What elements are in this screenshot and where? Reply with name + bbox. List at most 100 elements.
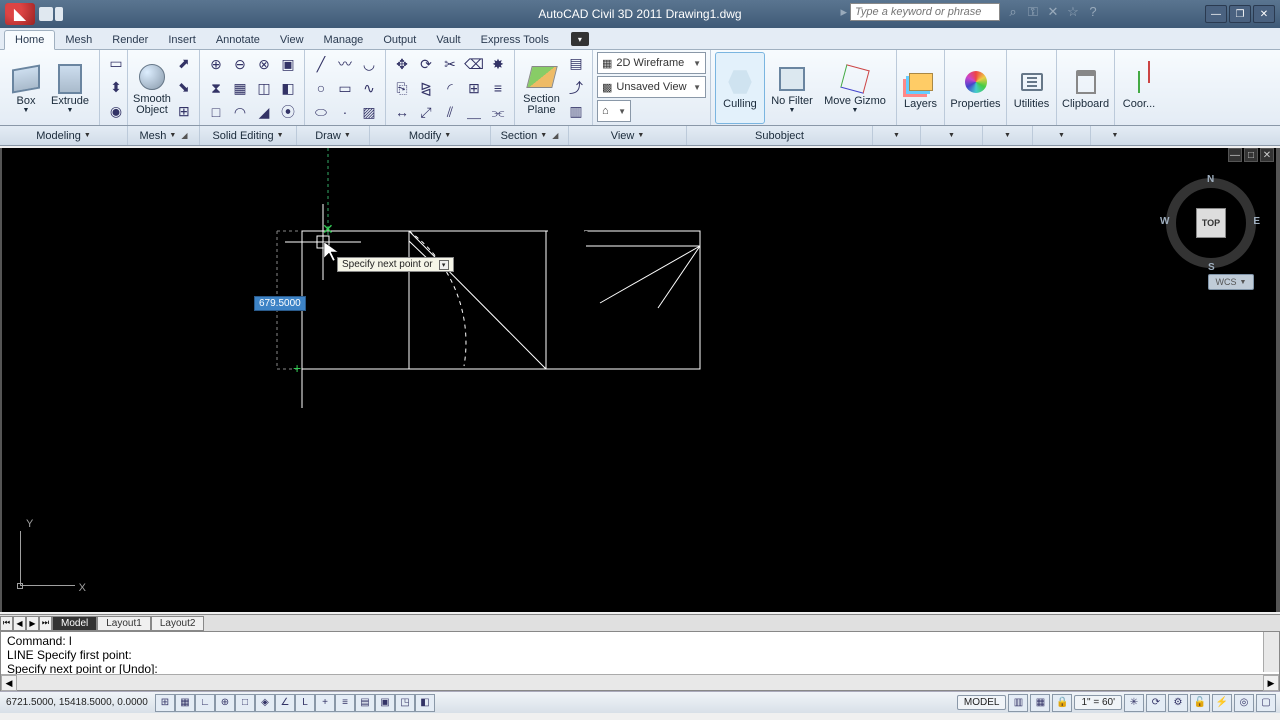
3dosnap-toggle-icon[interactable]: ◈ (255, 694, 275, 712)
intersect-icon[interactable]: ⊗ (252, 52, 276, 76)
presspull-icon[interactable]: ⬍ (104, 76, 128, 100)
join-icon[interactable]: ⫘ (486, 100, 510, 124)
panel-label-mesh[interactable]: Mesh▼◢ (128, 126, 200, 145)
quickview-drawings-icon[interactable]: ▦ (1030, 694, 1050, 712)
tab-view[interactable]: View (270, 31, 314, 49)
exchange-icon[interactable]: ✕ (1046, 5, 1060, 19)
panel-label-utilities[interactable]: ▼ (983, 126, 1033, 145)
qat-button[interactable] (39, 7, 53, 21)
spline-icon[interactable]: ∿ (357, 76, 381, 100)
viewcube-face[interactable]: TOP (1196, 208, 1226, 238)
annoauto-icon[interactable]: ⟳ (1146, 694, 1166, 712)
move-icon[interactable]: ✥ (390, 52, 414, 76)
shell-icon[interactable]: □ (204, 100, 228, 124)
dynamic-dimension-input[interactable]: 679.5000 (254, 296, 306, 311)
annovis-icon[interactable]: ✳ (1124, 694, 1144, 712)
viewcube[interactable]: TOP N E S W (1166, 178, 1256, 268)
union-icon[interactable]: ⊕ (204, 52, 228, 76)
hatch-icon[interactable]: ▨ (357, 100, 381, 124)
tab-mesh[interactable]: Mesh (55, 31, 102, 49)
layout-tab-layout2[interactable]: Layout2 (151, 616, 205, 631)
tab-home[interactable]: Home (4, 30, 55, 50)
layers-button[interactable]: Layers (901, 52, 940, 124)
mirror-icon[interactable]: ⧎ (414, 76, 438, 100)
annotation-scale[interactable]: 1" = 60' (1074, 695, 1122, 710)
qat-dropdown[interactable] (55, 7, 63, 21)
coordinate-readout[interactable]: 6721.5000, 15418.5000, 0.0000 (0, 697, 155, 708)
search-button-icon[interactable]: ⌕ (1006, 5, 1020, 19)
panel-label-modeling[interactable]: Modeling▼ (0, 126, 128, 145)
offset-icon[interactable]: ⫽ (438, 100, 462, 124)
coordinates-button[interactable]: Coor... (1119, 52, 1159, 124)
section-plane-button[interactable]: Section Plane (519, 52, 564, 124)
erase-icon[interactable]: ⌫ (462, 52, 486, 76)
command-vscrollbar[interactable] (1263, 632, 1279, 672)
revolve-icon[interactable]: ◉ (104, 99, 128, 123)
taper-face-icon[interactable]: ◢ (252, 100, 276, 124)
key-icon[interactable]: ⚿ (1026, 5, 1040, 19)
restore-button[interactable]: ❐ (1229, 5, 1251, 23)
imprint-icon[interactable]: ◫ (252, 76, 276, 100)
layout-tab-layout1[interactable]: Layout1 (97, 616, 151, 631)
scroll-left-icon[interactable]: ◀ (1, 675, 17, 691)
offset-edge-icon[interactable]: ◧ (276, 76, 300, 100)
box-button[interactable]: Box ▼ (4, 52, 48, 124)
command-hscrollbar[interactable]: ◀ ▶ (1, 674, 1279, 690)
tab-manage[interactable]: Manage (314, 31, 374, 49)
mesh-more-icon[interactable]: ⬈ (172, 52, 196, 76)
layout-nav-last-icon[interactable]: ⏭ (39, 616, 52, 631)
tpy-toggle-icon[interactable]: ▤ (355, 694, 375, 712)
utilities-button[interactable]: Utilities (1011, 52, 1052, 124)
drawing-area[interactable]: — □ ✕ ✕ + (2, 148, 1276, 612)
dyn-toggle-icon[interactable]: + (315, 694, 335, 712)
extrude-face-icon[interactable]: ▣ (276, 52, 300, 76)
rotate-icon[interactable]: ⟳ (414, 52, 438, 76)
ortho-toggle-icon[interactable]: ∟ (195, 694, 215, 712)
point-icon[interactable]: · (333, 100, 357, 124)
move-gizmo-button[interactable]: Move Gizmo ▼ (819, 52, 891, 124)
tab-vault[interactable]: Vault (426, 31, 470, 49)
qp-toggle-icon[interactable]: ▣ (375, 694, 395, 712)
polyline-icon[interactable]: 〰 (333, 52, 357, 76)
panel-label-section[interactable]: Section▼◢ (491, 126, 569, 145)
clipboard-button[interactable]: Clipboard (1061, 52, 1110, 124)
ducs-toggle-icon[interactable]: L (295, 694, 315, 712)
lwt-toggle-icon[interactable]: ≡ (335, 694, 355, 712)
layout-nav-prev-icon[interactable]: ◀ (13, 616, 26, 631)
snap-toggle-icon[interactable]: ⊞ (155, 694, 175, 712)
rect-icon[interactable]: ▭ (333, 76, 357, 100)
wcs-dropdown[interactable]: WCS▼ (1208, 274, 1254, 290)
ellipse-icon[interactable]: ⬭ (309, 100, 333, 124)
copy-icon[interactable]: ⎘ (390, 76, 414, 100)
am-toggle-icon[interactable]: ◧ (415, 694, 435, 712)
mesh-less-icon[interactable]: ⬊ (172, 76, 196, 100)
minimize-button[interactable]: — (1205, 5, 1227, 23)
model-paper-toggle[interactable]: MODEL (957, 695, 1007, 710)
app-menu-icon[interactable]: ◣ (5, 3, 35, 25)
scroll-right-icon[interactable]: ▶ (1263, 675, 1279, 691)
otrack-toggle-icon[interactable]: ∠ (275, 694, 295, 712)
polar-toggle-icon[interactable]: ⊕ (215, 694, 235, 712)
panel-label-layers[interactable]: ▼ (873, 126, 921, 145)
panel-label-solid-editing[interactable]: Solid Editing▼ (200, 126, 297, 145)
array-icon[interactable]: ⊞ (462, 76, 486, 100)
annoscale-lock-icon[interactable]: 🔒 (1052, 694, 1072, 712)
explode-icon[interactable]: ✸ (486, 52, 510, 76)
panel-label-modify[interactable]: Modify▼ (370, 126, 491, 145)
properties-button[interactable]: Properties (949, 52, 1002, 124)
panel-label-properties[interactable]: ▼ (921, 126, 983, 145)
tab-output[interactable]: Output (373, 31, 426, 49)
panel-label-clipboard[interactable]: ▼ (1033, 126, 1091, 145)
quickview-layouts-icon[interactable]: ▥ (1008, 694, 1028, 712)
tab-annotate[interactable]: Annotate (206, 31, 270, 49)
polysolid-icon[interactable]: ▭ (104, 52, 128, 76)
layout-nav-first-icon[interactable]: ⏮ (0, 616, 13, 631)
ribbon-appearance-toggle[interactable]: ▾ (571, 32, 589, 46)
panel-label-draw[interactable]: Draw▼ (297, 126, 370, 145)
clean-screen-icon[interactable]: ▢ (1256, 694, 1276, 712)
named-view-dropdown[interactable]: ▩ Unsaved View ▼ (597, 76, 706, 98)
panel-label-subobject[interactable]: Subobject (687, 126, 873, 145)
isolate-objects-icon[interactable]: ◎ (1234, 694, 1254, 712)
panel-label-coordinates[interactable]: ▼ (1091, 126, 1139, 145)
mesh-refine-icon[interactable]: ⊞ (172, 99, 196, 123)
